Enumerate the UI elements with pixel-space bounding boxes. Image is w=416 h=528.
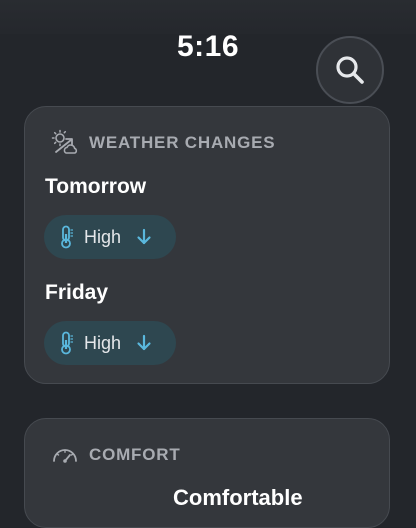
comfort-card[interactable]: COMFORT Comfortable bbox=[24, 418, 390, 528]
weather-changes-card[interactable]: WEATHER CHANGES Tomorrow High Friday Hig… bbox=[24, 106, 390, 384]
comfort-header: COMFORT bbox=[51, 441, 181, 469]
comfort-title: COMFORT bbox=[89, 445, 181, 464]
search-button[interactable] bbox=[316, 36, 384, 104]
tomorrow-temperature-chip[interactable]: High bbox=[44, 215, 176, 259]
day-label-friday: Friday bbox=[45, 281, 109, 304]
day-label-tomorrow: Tomorrow bbox=[45, 175, 147, 198]
comfort-value: Comfortable bbox=[173, 485, 303, 510]
friday-chip-label: High bbox=[84, 332, 122, 353]
weather-changes-icon bbox=[51, 129, 78, 154]
arrow-down-icon bbox=[137, 228, 151, 245]
gauge-icon bbox=[53, 449, 77, 463]
arrow-down-icon bbox=[137, 334, 151, 351]
thermometer-icon bbox=[61, 225, 73, 249]
weather-changes-title: WEATHER CHANGES bbox=[89, 133, 276, 152]
friday-temperature-chip[interactable]: High bbox=[44, 321, 176, 365]
thermometer-icon bbox=[61, 331, 73, 355]
weather-changes-header: WEATHER CHANGES bbox=[51, 129, 275, 157]
search-icon bbox=[336, 56, 364, 84]
tomorrow-chip-label: High bbox=[84, 226, 122, 247]
top-blurred-area bbox=[0, 0, 416, 34]
